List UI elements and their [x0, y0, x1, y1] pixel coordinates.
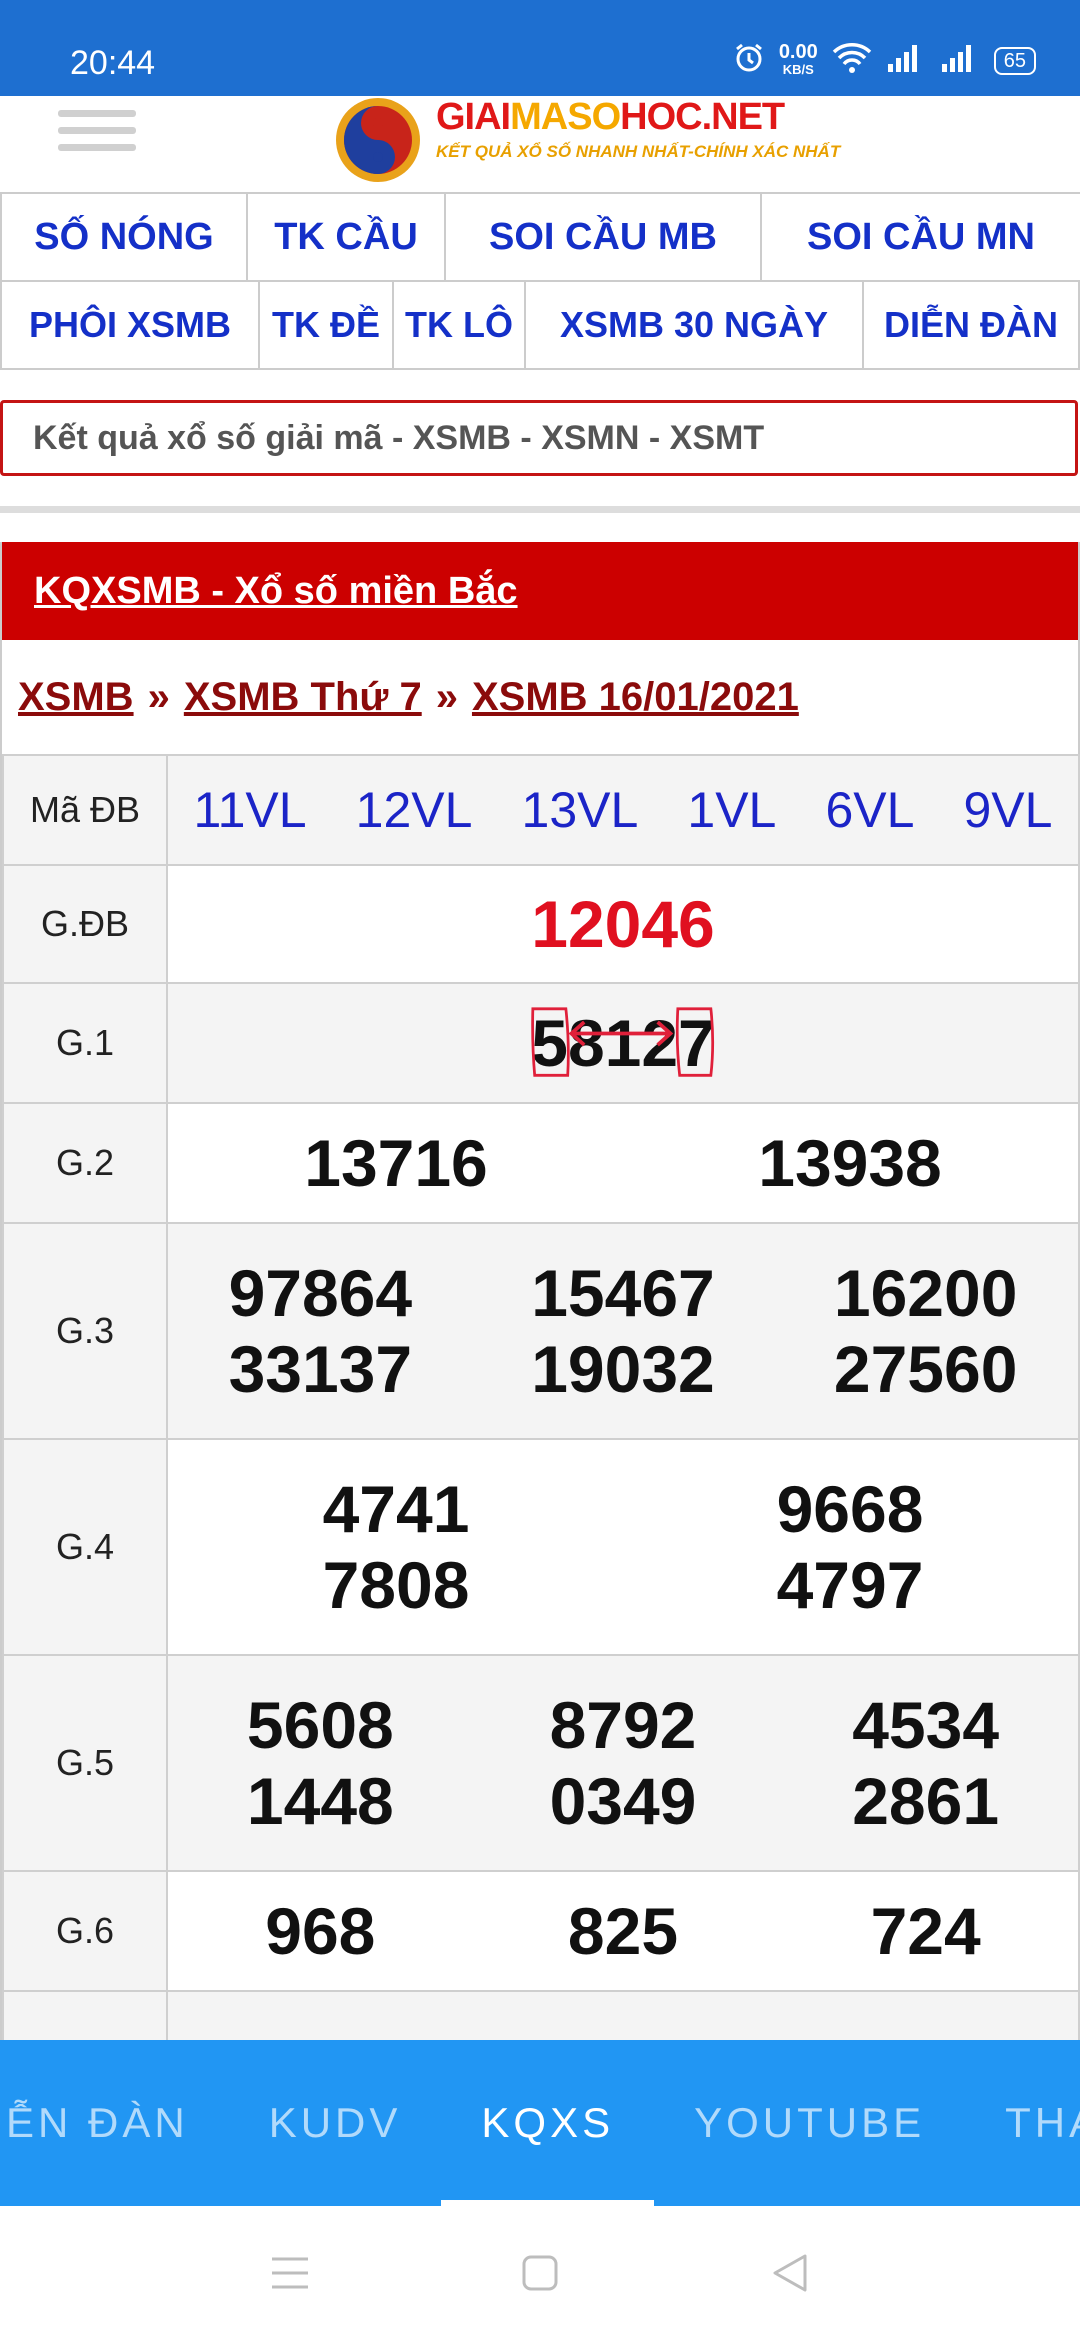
- prize-number: 4797: [776, 1548, 924, 1622]
- prize-number: 1448: [246, 1764, 394, 1838]
- row-label: G.4: [2, 1438, 168, 1656]
- home-icon[interactable]: [515, 2248, 565, 2298]
- wifi-icon: [832, 42, 872, 79]
- network-speed-value: 0.00: [778, 40, 818, 63]
- tab-kudv[interactable]: KUDV: [229, 2040, 442, 2206]
- site-header: GIAIMASOHOC.NET KẾT QUẢ XỔ SỐ NHANH NHẤT…: [0, 96, 1080, 194]
- logo-badge[interactable]: [330, 96, 426, 186]
- status-bar: 20:44 0.00 KB/S 65: [0, 0, 1080, 96]
- table-row-g2: G.2 13716 13938: [2, 1102, 1080, 1224]
- breadcrumb-xsmb-thu7[interactable]: XSMB Thứ 7: [184, 675, 422, 720]
- logo-title-part3: HOC.NET: [620, 96, 785, 138]
- tab-youtube[interactable]: YOUTUBE: [654, 2040, 965, 2206]
- prize-number: 825: [567, 1894, 679, 1968]
- logo-title[interactable]: GIAIMASOHOC.NET: [436, 96, 785, 139]
- nav-xsmb-30-ngay[interactable]: XSMB 30 NGÀY: [524, 280, 864, 370]
- prize-number: 9668: [776, 1472, 924, 1546]
- signal-icon-1: [886, 42, 926, 79]
- breadcrumb-separator: »: [435, 674, 458, 719]
- nav-tk-lo[interactable]: TK LÔ: [392, 280, 526, 370]
- section-divider: [0, 506, 1080, 513]
- table-row-g4: G.4 4741 9668 7808 4797: [2, 1438, 1080, 1656]
- status-time: 20:44: [70, 44, 156, 82]
- ma-db-code: 13VL: [521, 782, 639, 838]
- network-speed: 0.00 KB/S: [778, 40, 818, 79]
- prize-number: 8792: [549, 1688, 697, 1762]
- logo-title-part1: GIAI: [436, 96, 511, 138]
- ma-db-code: 12VL: [355, 782, 473, 838]
- nav-phoi-xsmb[interactable]: PHÔI XSMB: [0, 280, 260, 370]
- tab-kqxs[interactable]: KQXS: [441, 2040, 654, 2206]
- table-row-g3: G.3 97864 15467 16200 33137 19032 27560: [2, 1222, 1080, 1440]
- tab-tha[interactable]: THA: [965, 2040, 1080, 2206]
- special-prize-number: 12046: [531, 887, 715, 961]
- prize-number: 4534: [852, 1688, 1000, 1762]
- prize-number: 27560: [833, 1332, 1018, 1406]
- ma-db-code: 1VL: [687, 782, 777, 838]
- ma-db-code: 11VL: [193, 782, 307, 838]
- logo-tagline: KẾT QUẢ XỔ SỐ NHANH NHẤT-CHÍNH XÁC NHẤT: [436, 142, 841, 161]
- prize-number: 0349: [549, 1764, 697, 1838]
- network-speed-unit: KB/S: [782, 61, 814, 77]
- prize-number: 7808: [322, 1548, 470, 1622]
- prize-number: 13716: [304, 1126, 488, 1200]
- nav-tk-cau[interactable]: TK CẦU: [246, 192, 446, 282]
- menu-icon[interactable]: [58, 110, 136, 151]
- recent-apps-icon[interactable]: [265, 2248, 315, 2298]
- status-icons: 0.00 KB/S 65: [733, 42, 1036, 79]
- nav-tk-de[interactable]: TK ĐỀ: [258, 280, 394, 370]
- prize-number: 19032: [531, 1332, 715, 1406]
- row-label: G.2: [2, 1102, 168, 1224]
- row-label: Mã ĐB: [2, 754, 168, 866]
- back-icon[interactable]: [765, 2248, 815, 2298]
- logo-title-part2: MASO: [510, 96, 621, 138]
- results-heading: KQXSMB - Xổ số miền Bắc: [2, 542, 1078, 640]
- row-label: G.1: [2, 982, 168, 1104]
- prize-number: 2861: [852, 1764, 1000, 1838]
- breadcrumb-separator: »: [147, 674, 170, 719]
- breadcrumb: XSMB » XSMB Thứ 7 » XSMB 16/01/2021: [2, 640, 1078, 754]
- row-label: G.3: [2, 1222, 168, 1440]
- prize-number: 5608: [246, 1688, 394, 1762]
- nav-dien-dan[interactable]: DIỄN ĐÀN: [862, 280, 1080, 370]
- prize-number: 15467: [531, 1256, 715, 1330]
- system-navigation-bar: [0, 2206, 1080, 2340]
- row-label: G.6: [2, 1870, 168, 1992]
- first-prize-wrap: 58127: [531, 1005, 715, 1081]
- signal-icon-2: [940, 42, 980, 79]
- row-label: G.5: [2, 1654, 168, 1872]
- table-row-g1: G.1 58127: [2, 982, 1080, 1104]
- table-row-gdb: G.ĐB 12046: [2, 864, 1080, 984]
- table-row-ma-db: Mã ĐB 11VL 12VL 13VL 1VL 6VL 9VL: [2, 754, 1080, 866]
- breadcrumb-xsmb-date[interactable]: XSMB 16/01/2021: [472, 675, 799, 720]
- prize-number: 724: [870, 1894, 981, 1968]
- prize-number: 13938: [758, 1126, 942, 1200]
- alarm-icon: [733, 42, 765, 79]
- bottom-tab-bar: ỄN ĐÀN KUDV KQXS YOUTUBE THA: [0, 2040, 1080, 2206]
- battery-indicator: 65: [993, 46, 1036, 75]
- prize-number: 33137: [228, 1332, 413, 1406]
- results-heading-link[interactable]: KQXSMB - Xổ số miền Bắc: [34, 570, 518, 613]
- row-label: G.ĐB: [2, 864, 168, 984]
- site-description-banner[interactable]: Kết quả xổ số giải mã - XSMB - XSMN - XS…: [0, 400, 1078, 476]
- ma-db-code: 6VL: [825, 782, 915, 838]
- ma-db-code: 9VL: [963, 782, 1053, 838]
- hand-drawn-annotation: [531, 1007, 715, 1077]
- breadcrumb-xsmb[interactable]: XSMB: [18, 675, 134, 720]
- prize-number: 968: [265, 1894, 376, 1968]
- nav-row-2: PHÔI XSMB TK ĐỀ TK LÔ XSMB 30 NGÀY DIỄN …: [0, 280, 1080, 370]
- results-panel: KQXSMB - Xổ số miền Bắc XSMB » XSMB Thứ …: [0, 542, 1080, 2112]
- prize-number: 16200: [833, 1256, 1018, 1330]
- ma-db-codes: 11VL 12VL 13VL 1VL 6VL 9VL: [169, 781, 1077, 839]
- results-table: Mã ĐB 11VL 12VL 13VL 1VL 6VL 9VL G.ĐB 12…: [2, 754, 1080, 2112]
- nav-soi-cau-mn[interactable]: SOI CẦU MN: [760, 192, 1080, 282]
- nav-so-nong[interactable]: SỐ NÓNG: [0, 192, 248, 282]
- table-row-g6: G.6 968 825 724: [2, 1870, 1080, 1992]
- tab-dien-dan[interactable]: ỄN ĐÀN: [0, 2040, 229, 2206]
- nav-row-1: SỐ NÓNG TK CẦU SOI CẦU MB SOI CẦU MN: [0, 192, 1080, 282]
- table-row-g5: G.5 5608 8792 4534 1448 0349 2861: [2, 1654, 1080, 1872]
- prize-number: 97864: [228, 1256, 413, 1330]
- nav-soi-cau-mb[interactable]: SOI CẦU MB: [444, 192, 762, 282]
- prize-number: 4741: [322, 1472, 470, 1546]
